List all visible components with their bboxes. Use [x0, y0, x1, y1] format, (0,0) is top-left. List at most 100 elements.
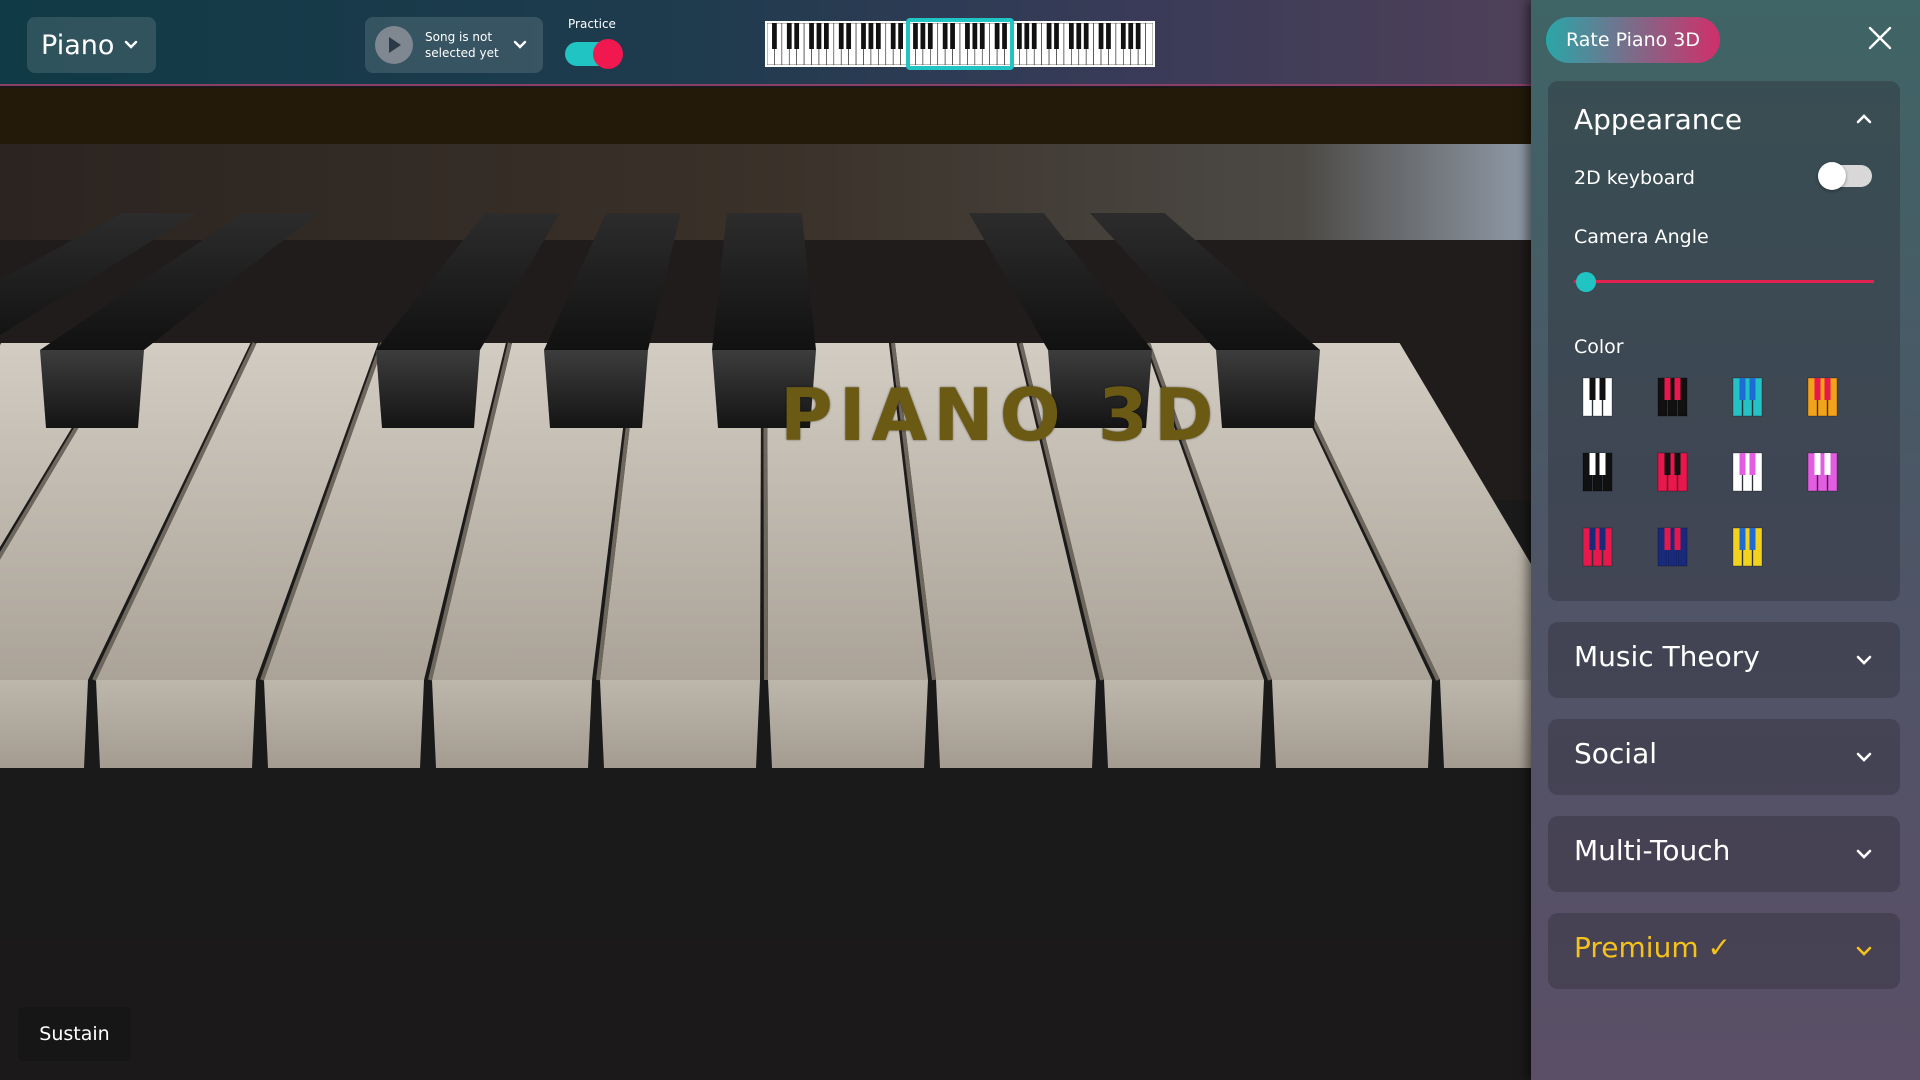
- mini-black-key: [1031, 23, 1037, 49]
- camera-angle-thumb[interactable]: [1576, 272, 1596, 292]
- color-swatch-red-black[interactable]: [1653, 452, 1693, 492]
- sustain-button[interactable]: Sustain: [18, 1007, 131, 1061]
- rate-label: Rate Piano 3D: [1566, 29, 1700, 51]
- piano-keys-icon: [1807, 377, 1838, 417]
- chevron-down-icon[interactable]: [1854, 844, 1874, 864]
- close-icon[interactable]: [1866, 24, 1894, 52]
- mini-black-key: [838, 23, 844, 49]
- music-theory-section[interactable]: Music Theory: [1548, 622, 1900, 698]
- mini-black-key: [786, 23, 792, 49]
- mini-black-key: [965, 23, 970, 49]
- appearance-title: Appearance: [1574, 103, 1743, 136]
- piano-keys-icon: [1657, 377, 1688, 417]
- color-swatch-red-navy[interactable]: [1578, 527, 1618, 567]
- piano-keys-icon: [1732, 527, 1763, 567]
- chevron-down-icon: [125, 40, 138, 49]
- mini-black-key: [1017, 23, 1022, 49]
- color-swatch-white-black[interactable]: [1578, 377, 1618, 417]
- sustain-label: Sustain: [39, 1023, 110, 1045]
- mini-black-key: [809, 23, 814, 49]
- song-status-text: Song is not selected yet: [425, 30, 499, 60]
- multi-touch-title: Multi-Touch: [1574, 834, 1731, 867]
- color-swatch-teal-blue[interactable]: [1728, 377, 1768, 417]
- play-icon[interactable]: [375, 26, 413, 64]
- settings-panel: Rate Piano 3D Appearance 2D keyboard Cam…: [1531, 0, 1920, 1080]
- chevron-down-icon[interactable]: [1854, 941, 1874, 961]
- color-swatch-black-white[interactable]: [1578, 452, 1618, 492]
- camera-angle-label: Camera Angle: [1574, 226, 1709, 248]
- mini-black-key: [972, 23, 978, 49]
- chevron-down-icon[interactable]: [1854, 650, 1874, 670]
- multi-touch-section[interactable]: Multi-Touch: [1548, 816, 1900, 892]
- mini-black-key: [875, 23, 881, 49]
- color-swatch-pink-white[interactable]: [1803, 452, 1843, 492]
- top-toolbar: Piano Song is not selected yet Practice: [0, 0, 1531, 86]
- camera-angle-slider[interactable]: [1574, 280, 1874, 283]
- piano-keys-icon: [1582, 377, 1613, 417]
- mini-black-key: [1128, 23, 1134, 49]
- rate-app-button[interactable]: Rate Piano 3D: [1546, 17, 1720, 63]
- song-selector[interactable]: Song is not selected yet: [365, 17, 543, 73]
- mini-black-key: [1135, 23, 1141, 49]
- mini-black-key: [846, 23, 852, 49]
- piano-keyboard-3d[interactable]: [0, 88, 1600, 1080]
- mini-black-key: [794, 23, 800, 49]
- mini-black-key: [1054, 23, 1059, 49]
- practice-toggle[interactable]: [565, 39, 623, 69]
- mini-black-key: [1083, 23, 1089, 49]
- music-theory-title: Music Theory: [1574, 640, 1760, 673]
- practice-label: Practice: [568, 17, 616, 31]
- mini-black-key: [898, 23, 903, 49]
- piano-keys-icon: [1657, 452, 1688, 492]
- color-swatch-orange-red[interactable]: [1803, 377, 1843, 417]
- piano-keys-icon: [1732, 452, 1763, 492]
- mini-black-key: [1002, 23, 1007, 49]
- appearance-section: Appearance 2D keyboard Camera Angle Colo…: [1548, 81, 1900, 601]
- piano-keys-icon: [1807, 452, 1838, 492]
- piano-rim: [0, 88, 1531, 144]
- mini-black-key: [1106, 23, 1111, 49]
- chevron-up-icon[interactable]: [1854, 109, 1874, 129]
- piano-keys-icon: [1582, 452, 1613, 492]
- mini-black-key: [1076, 23, 1082, 49]
- mini-black-key: [1098, 23, 1104, 49]
- mini-black-key: [1068, 23, 1074, 49]
- mini-black-key: [824, 23, 829, 49]
- keyboard-overview[interactable]: [765, 21, 1155, 67]
- instrument-dropdown[interactable]: Piano: [27, 17, 156, 73]
- mini-white-key: [1145, 23, 1153, 65]
- social-title: Social: [1574, 737, 1658, 770]
- color-swatch-black-red[interactable]: [1653, 377, 1693, 417]
- piano-keys-icon: [1657, 527, 1688, 567]
- mini-black-key: [927, 23, 933, 49]
- keyboard-2d-label: 2D keyboard: [1574, 167, 1695, 189]
- premium-section[interactable]: Premium ✓: [1548, 913, 1900, 989]
- mini-black-key: [1120, 23, 1126, 49]
- instrument-label: Piano: [41, 29, 115, 61]
- brand-logo-text: PIANO 3D: [780, 373, 1220, 457]
- chevron-down-icon[interactable]: [1854, 747, 1874, 767]
- mini-black-key: [861, 23, 866, 49]
- piano-keys-icon: [1582, 527, 1613, 567]
- mini-black-key: [913, 23, 918, 49]
- color-swatch-yellow-blue[interactable]: [1728, 527, 1768, 567]
- chevron-down-icon: [513, 40, 527, 49]
- mini-black-key: [890, 23, 896, 49]
- mini-black-key: [920, 23, 926, 49]
- premium-title: Premium ✓: [1574, 931, 1731, 964]
- mini-black-key: [994, 23, 1000, 49]
- color-swatch-navy-red[interactable]: [1653, 527, 1693, 567]
- piano-3d-view[interactable]: PIANO 3D: [0, 88, 1600, 1080]
- color-swatch-white-pink[interactable]: [1728, 452, 1768, 492]
- mini-black-key: [816, 23, 822, 49]
- social-section[interactable]: Social: [1548, 719, 1900, 795]
- toggle-knob: [593, 39, 623, 69]
- keyboard-2d-toggle[interactable]: [1818, 162, 1872, 190]
- mini-black-key: [950, 23, 955, 49]
- mini-black-key: [979, 23, 985, 49]
- piano-keys-icon: [1732, 377, 1763, 417]
- app-window: PIANO 3D Sustain Piano Song is not selec…: [0, 0, 1920, 1080]
- color-label: Color: [1574, 336, 1624, 358]
- mini-black-key: [1046, 23, 1052, 49]
- mini-black-key: [772, 23, 777, 49]
